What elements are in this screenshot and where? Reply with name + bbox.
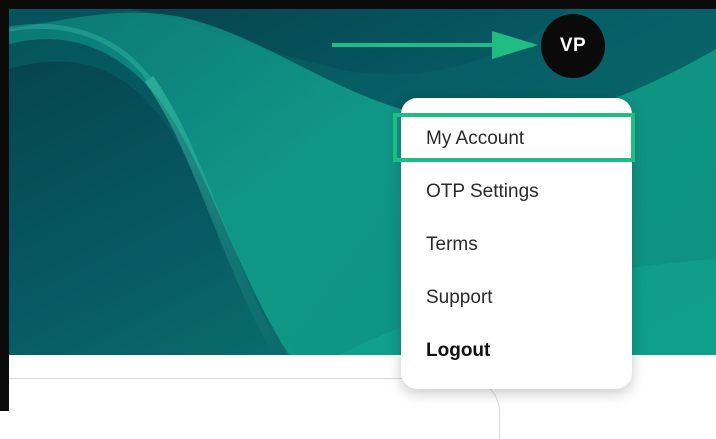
arrow-right-icon [332, 31, 538, 59]
menu-item-my-account[interactable]: My Account [426, 128, 524, 150]
screenshot-frame: VP My Account OTP Settings Terms Support… [0, 0, 716, 439]
menu-item-logout[interactable]: Logout [426, 340, 490, 362]
menu-item-terms[interactable]: Terms [426, 234, 478, 256]
frame-border-left [0, 0, 9, 411]
user-dropdown-menu: My Account OTP Settings Terms Support Lo… [401, 98, 632, 389]
frame-border-top [0, 0, 716, 9]
user-avatar-button[interactable]: VP [541, 14, 605, 78]
menu-item-otp-settings[interactable]: OTP Settings [426, 181, 539, 203]
menu-item-support[interactable]: Support [426, 287, 493, 309]
